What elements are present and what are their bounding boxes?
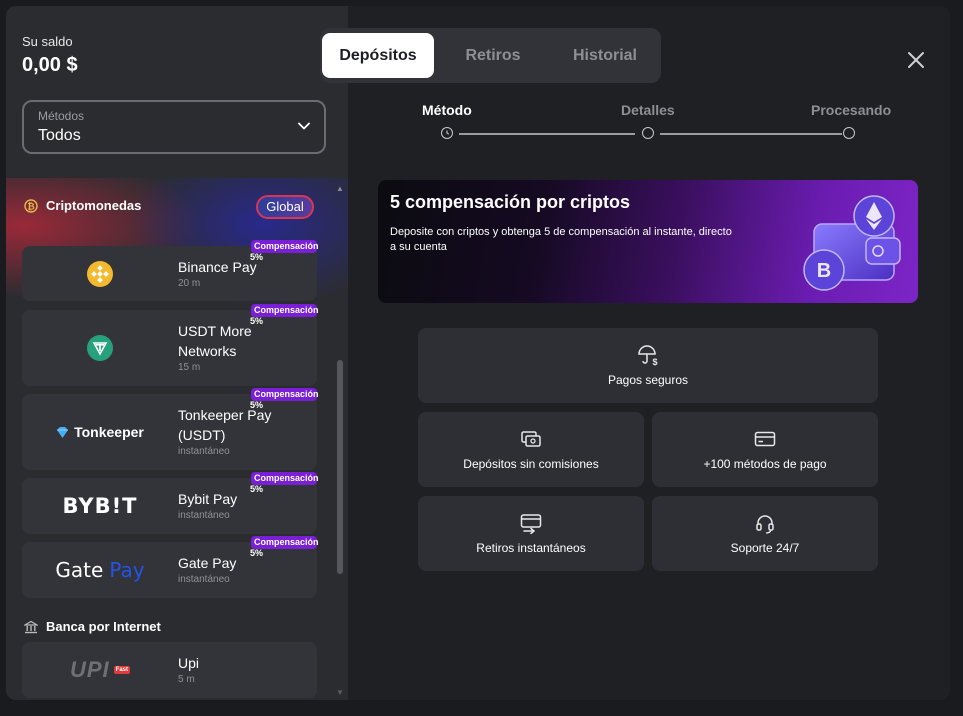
methods-panel: Su saldo 0,00 $ Métodos Todos ₿ Criptomo… xyxy=(6,6,348,700)
balance-value: 0,00 $ xyxy=(22,54,78,76)
method-name: Bybit Pay xyxy=(178,491,238,507)
promo-banner[interactable]: 5 compensación por criptos Deposite con … xyxy=(378,180,918,303)
coin-icon: ₿ xyxy=(24,198,38,213)
tab-bar: Depósitos Retiros Historial xyxy=(320,28,661,83)
method-time: 15 m xyxy=(178,362,201,373)
method-card-binance[interactable]: Binance Pay 20 m Compensación 5% xyxy=(22,240,319,301)
step-procesando-label: Procesando xyxy=(811,102,892,118)
step-dot-procesando xyxy=(843,127,855,139)
feature-instant-withdrawals: Retiros instantáneos xyxy=(418,496,644,571)
deposit-modal: Su saldo 0,00 $ Métodos Todos ₿ Criptomo… xyxy=(6,6,950,700)
feature-label: Soporte 24/7 xyxy=(730,541,800,555)
bank-section-title: Banca por Internet xyxy=(46,619,161,634)
withdraw-icon xyxy=(520,514,542,534)
umbrella-dollar-icon: $ xyxy=(638,345,658,366)
card-icon xyxy=(754,431,776,447)
compensation-percent: 5% xyxy=(250,484,264,494)
headset-icon xyxy=(756,515,774,534)
feature-no-fees: Depósitos sin comisiones xyxy=(418,412,644,487)
method-name: Networks xyxy=(178,343,237,359)
feature-label: Pagos seguros xyxy=(607,373,689,387)
step-connector xyxy=(459,133,635,135)
methods-select-label: Métodos xyxy=(38,109,85,123)
method-card-gatepay[interactable]: Gate Pay Gate Pay instantáneo Compensaci… xyxy=(22,536,319,598)
scroll-up-arrow[interactable]: ▲ xyxy=(336,184,344,193)
methods-select-value: Todos xyxy=(38,127,81,144)
bank-section-header: Banca por Internet xyxy=(24,619,161,634)
global-badge[interactable]: Global xyxy=(256,195,314,219)
method-card-tonkeeper[interactable]: Tonkeeper Tonkeeper Pay (USDT) instantán… xyxy=(22,388,319,470)
method-time: instantáneo xyxy=(178,446,230,457)
method-time: instantáneo xyxy=(178,510,230,521)
tab-historial[interactable]: Historial xyxy=(550,33,660,78)
compensation-percent: 5% xyxy=(250,252,264,262)
banner-text: Deposite con criptos y obtenga 5 de comp… xyxy=(390,226,732,253)
method-name: Gate Pay xyxy=(178,555,237,571)
balance-label: Su saldo xyxy=(22,34,73,49)
method-time: instantáneo xyxy=(178,574,230,585)
close-icon[interactable] xyxy=(904,48,928,72)
crypto-section-header: ₿ Criptomonedas xyxy=(24,198,141,213)
crypto-section-title: Criptomonedas xyxy=(46,198,142,213)
svg-text:₿: ₿ xyxy=(27,201,34,211)
bank-icon xyxy=(24,620,38,633)
method-name: (USDT) xyxy=(178,427,226,443)
methods-select[interactable]: Métodos Todos xyxy=(22,100,326,154)
binance-logo xyxy=(22,246,178,301)
scroll-down-arrow[interactable]: ▼ xyxy=(336,688,344,697)
feature-payment-methods: +100 métodos de pago xyxy=(652,412,878,487)
tonkeeper-logo: Tonkeeper xyxy=(22,394,178,470)
bybit-logo: BYB!T xyxy=(62,494,138,518)
svg-text:$: $ xyxy=(652,357,657,366)
feature-label: Depósitos sin comisiones xyxy=(463,457,599,471)
chevron-down-icon xyxy=(298,122,310,130)
upi-logo: UPI Fast xyxy=(69,657,131,682)
method-name: Upi xyxy=(178,655,200,671)
step-clock-icon xyxy=(441,127,453,139)
compensation-percent: 5% xyxy=(250,400,264,410)
compensation-percent: 5% xyxy=(250,548,264,558)
compensation-percent: 5% xyxy=(250,316,264,326)
usdt-logo xyxy=(22,310,178,386)
gatepay-logo: Gate Pay xyxy=(55,558,145,582)
step-metodo-label: Método xyxy=(422,102,472,118)
banner-title: 5 compensación por criptos xyxy=(390,192,631,212)
diamond-icon xyxy=(57,426,69,438)
method-name: USDT More xyxy=(178,323,252,339)
method-card-upi[interactable]: UPI Fast Upi 5 m xyxy=(22,642,317,698)
tab-depositos[interactable]: Depósitos xyxy=(322,33,434,78)
tab-retiros[interactable]: Retiros xyxy=(438,33,548,78)
method-time: 5 m xyxy=(178,674,195,685)
method-card-usdt[interactable]: USDT More Networks 15 m Compensación 5% xyxy=(22,304,319,386)
feature-secure-payments: $ Pagos seguros xyxy=(418,328,878,403)
method-card-bybit[interactable]: BYB!T Bybit Pay instantáneo Compensación… xyxy=(22,472,319,534)
scrollbar-thumb[interactable] xyxy=(337,360,343,574)
method-name: Binance Pay xyxy=(178,259,257,275)
step-detalles-label: Detalles xyxy=(621,102,675,118)
method-time: 20 m xyxy=(178,278,201,289)
feature-label: +100 métodos de pago xyxy=(703,457,827,471)
feature-support: Soporte 24/7 xyxy=(652,496,878,571)
cash-icon xyxy=(521,431,541,447)
methods-list: ₿ Criptomonedas Global Binance Pay 20 m … xyxy=(6,178,348,700)
step-dot-detalles xyxy=(642,127,654,139)
crypto-wallet-icon: B xyxy=(803,195,901,291)
step-connector xyxy=(660,133,842,135)
svg-text:B: B xyxy=(817,260,831,282)
feature-label: Retiros instantáneos xyxy=(476,541,586,555)
